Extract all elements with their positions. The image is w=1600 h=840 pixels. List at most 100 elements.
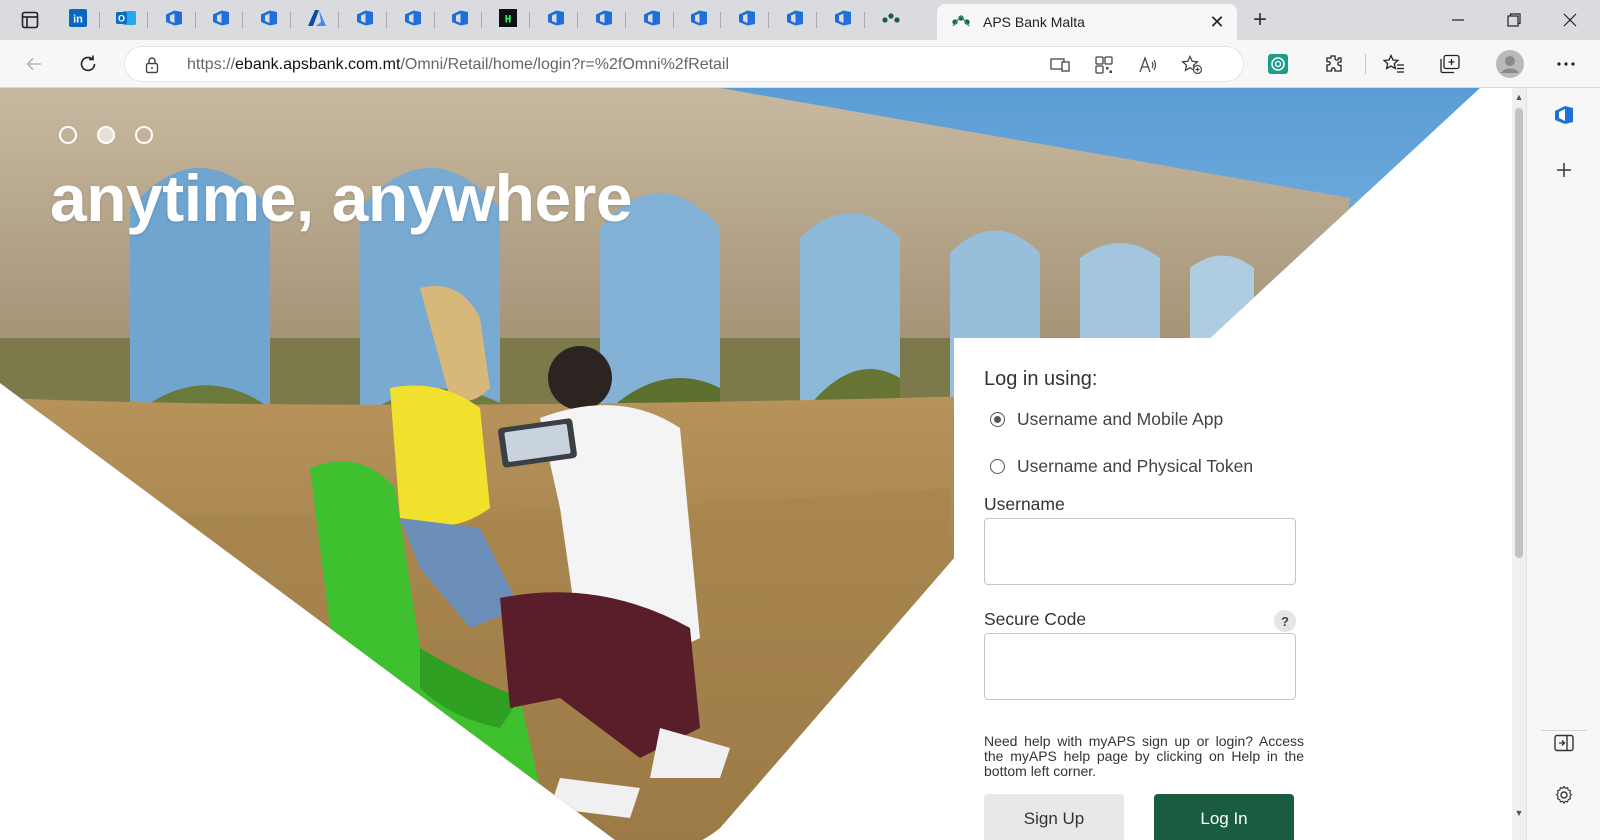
profile-avatar-icon[interactable] bbox=[1494, 48, 1526, 80]
pinned-tab[interactable] bbox=[677, 4, 722, 36]
tab-separator bbox=[768, 12, 770, 28]
pinned-tab[interactable] bbox=[773, 4, 817, 36]
restore-icon[interactable] bbox=[1486, 0, 1542, 40]
secure-code-field[interactable] bbox=[984, 633, 1296, 700]
azure-devops-icon bbox=[642, 8, 662, 33]
azure-devops-icon bbox=[785, 8, 805, 33]
read-aloud-icon[interactable] bbox=[1135, 53, 1161, 77]
sidebar-settings-icon[interactable] bbox=[1549, 780, 1579, 810]
svg-text:in: in bbox=[73, 13, 83, 25]
tab-separator bbox=[194, 12, 196, 28]
azure-devops-icon bbox=[403, 8, 423, 33]
tab-separator bbox=[290, 12, 292, 28]
pinned-tab[interactable] bbox=[247, 4, 292, 36]
scroll-down-icon[interactable]: ▼ bbox=[1514, 808, 1524, 818]
azure-devops-icon bbox=[450, 8, 470, 33]
azure-devops-icon bbox=[259, 8, 279, 33]
username-field[interactable] bbox=[984, 518, 1296, 585]
svg-text:O: O bbox=[118, 13, 125, 23]
pinned-tab[interactable] bbox=[869, 4, 913, 36]
svg-text:H: H bbox=[505, 14, 512, 26]
lock-icon[interactable] bbox=[145, 56, 159, 79]
secure-code-label: Secure Code bbox=[984, 609, 1087, 629]
help-question-icon[interactable]: ? bbox=[1274, 610, 1296, 632]
pinned-tab[interactable] bbox=[630, 4, 674, 36]
azure-devops-icon bbox=[737, 8, 757, 33]
pinned-tab[interactable] bbox=[295, 4, 339, 36]
pinned-tab[interactable] bbox=[582, 4, 626, 36]
app-available-icon[interactable] bbox=[1047, 53, 1073, 77]
log-in-button[interactable]: Log In bbox=[1154, 794, 1294, 840]
pinned-tab[interactable]: H bbox=[486, 4, 531, 36]
login-heading: Log in using: bbox=[984, 368, 1098, 390]
url-text: https://ebank.apsbank.com.mt/Omni/Retail… bbox=[187, 56, 730, 73]
pinned-tab[interactable] bbox=[391, 4, 435, 36]
edge-sidebar bbox=[1526, 88, 1600, 840]
outlook-icon: O bbox=[115, 8, 137, 33]
tab-aps-bank-malta[interactable]: APS Bank Malta ✕ bbox=[937, 4, 1237, 40]
azure-devops-icon bbox=[833, 8, 853, 33]
tab-separator bbox=[99, 12, 100, 28]
tab-separator bbox=[433, 12, 435, 28]
scroll-up-icon[interactable]: ▲ bbox=[1514, 92, 1524, 102]
azure-devops-icon bbox=[211, 8, 231, 33]
minimize-icon[interactable] bbox=[1430, 0, 1486, 40]
linkedin-icon: in bbox=[68, 8, 88, 33]
help-text: Need help with myAPS sign up or login? A… bbox=[984, 733, 1304, 779]
qr-code-icon[interactable] bbox=[1091, 53, 1117, 77]
tab-strip: in O H APS Bank Malta ✕ + bbox=[0, 0, 1600, 40]
new-tab-button[interactable]: + bbox=[1244, 6, 1276, 34]
sidebar-add-icon[interactable] bbox=[1549, 155, 1579, 185]
add-favorite-icon[interactable] bbox=[1179, 53, 1205, 77]
tab-separator bbox=[863, 12, 865, 28]
pinned-tab[interactable]: O bbox=[104, 4, 148, 36]
tab-actions-menu-icon[interactable] bbox=[14, 6, 46, 34]
carousel-dot-3[interactable] bbox=[135, 126, 153, 144]
radio-physical-token[interactable] bbox=[990, 459, 1005, 474]
page-scrollbar[interactable]: ▲ ▼ bbox=[1512, 88, 1526, 840]
sign-up-button[interactable]: Sign Up bbox=[984, 794, 1124, 840]
back-icon[interactable] bbox=[18, 48, 50, 80]
tab-separator bbox=[385, 12, 387, 28]
pinned-tab[interactable] bbox=[534, 4, 578, 36]
favorites-icon[interactable] bbox=[1378, 48, 1410, 80]
page-viewport: anytime, anywhere Log in using: Username… bbox=[0, 88, 1522, 840]
more-menu-icon[interactable] bbox=[1550, 48, 1582, 80]
tab-separator bbox=[624, 12, 626, 28]
scrollbar-thumb[interactable] bbox=[1515, 108, 1523, 558]
hero-title: anytime, anywhere bbox=[50, 161, 633, 235]
azure-devops-icon bbox=[689, 8, 709, 33]
tab-separator bbox=[338, 12, 339, 28]
address-bar[interactable]: https://ebank.apsbank.com.mt/Omni/Retail… bbox=[124, 46, 1244, 82]
tab-separator bbox=[529, 12, 531, 28]
azure-devops-icon bbox=[546, 8, 566, 33]
toolbar-divider bbox=[1365, 54, 1366, 74]
tab-separator bbox=[481, 12, 483, 28]
carousel-dot-1[interactable] bbox=[59, 126, 77, 144]
pinned-tab[interactable] bbox=[725, 4, 770, 36]
pinned-tab[interactable] bbox=[152, 4, 196, 36]
pinned-tab[interactable] bbox=[343, 4, 387, 36]
refresh-icon[interactable] bbox=[72, 48, 104, 80]
tab-separator bbox=[146, 12, 148, 28]
extension-green-icon[interactable] bbox=[1262, 48, 1294, 80]
tab-separator bbox=[672, 12, 674, 28]
pinned-tab[interactable] bbox=[199, 4, 244, 36]
tab-separator bbox=[720, 12, 722, 28]
option-username-physical-token[interactable]: Username and Physical Token bbox=[990, 456, 1253, 477]
pinned-tab[interactable] bbox=[438, 4, 483, 36]
sidebar-app-azure-devops-icon[interactable] bbox=[1549, 100, 1579, 130]
pinned-tab[interactable] bbox=[821, 4, 865, 36]
sidebar-collapse-icon[interactable] bbox=[1549, 728, 1579, 758]
azure-icon bbox=[307, 8, 327, 33]
close-tab-icon[interactable]: ✕ bbox=[1203, 8, 1231, 36]
collections-icon[interactable] bbox=[1434, 48, 1466, 80]
option-username-mobile-app[interactable]: Username and Mobile App bbox=[990, 409, 1223, 430]
radio-mobile-app[interactable] bbox=[990, 412, 1005, 427]
close-window-icon[interactable] bbox=[1542, 0, 1598, 40]
carousel-dot-2[interactable] bbox=[97, 126, 115, 144]
extensions-icon[interactable] bbox=[1318, 48, 1350, 80]
browser-toolbar: https://ebank.apsbank.com.mt/Omni/Retail… bbox=[0, 40, 1600, 88]
pinned-tab[interactable]: in bbox=[56, 4, 100, 36]
hackernoon-icon: H bbox=[498, 8, 518, 33]
